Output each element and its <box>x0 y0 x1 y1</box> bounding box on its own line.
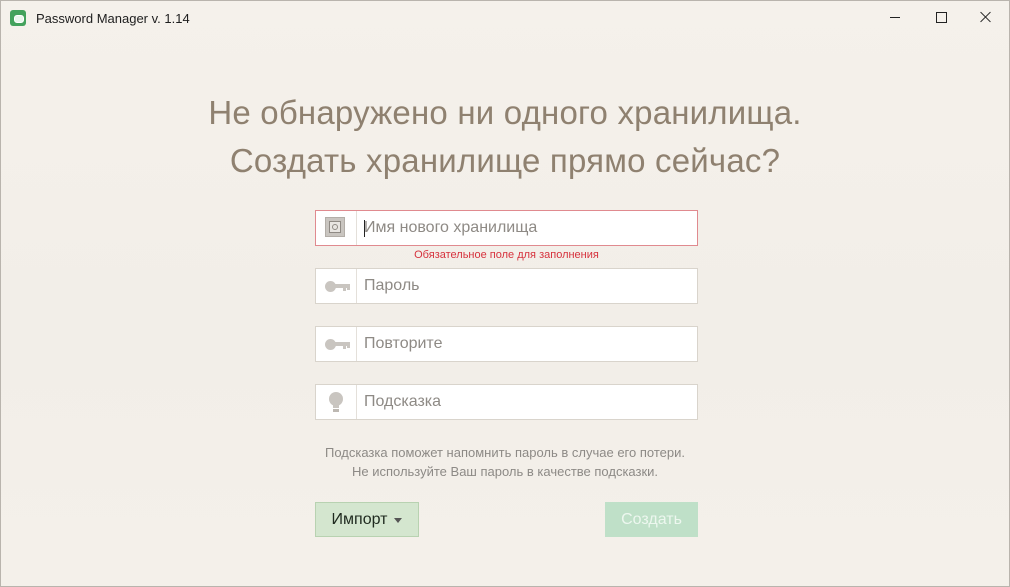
key-icon <box>325 339 351 350</box>
repeat-password-icon-cell <box>316 327 357 361</box>
dropdown-arrow-icon <box>394 518 403 523</box>
close-button[interactable] <box>963 1 1009 33</box>
password-field[interactable] <box>315 268 698 304</box>
maximize-icon <box>935 11 947 23</box>
repeat-password-input[interactable] <box>357 327 691 361</box>
import-button-label: Импорт <box>331 510 388 528</box>
hint-explanation-line-1: Подсказка поможет напомнить пароль в слу… <box>325 445 685 460</box>
password-hint-input[interactable] <box>357 385 691 419</box>
password-hint-field[interactable] <box>315 384 698 420</box>
text-caret <box>364 220 365 237</box>
password-input[interactable] <box>357 269 691 303</box>
minimize-icon <box>890 17 900 18</box>
vault-name-input[interactable] <box>357 211 691 245</box>
hint-explanation-line-2: Не используйте Ваш пароль в качестве под… <box>351 464 659 479</box>
title-bar[interactable]: Password Manager v. 1.14 <box>1 1 1009 35</box>
window-title: Password Manager v. 1.14 <box>36 11 190 26</box>
vault-name-field[interactable] <box>315 210 698 246</box>
safe-icon <box>325 217 345 237</box>
key-icon <box>325 281 351 292</box>
vault-name-icon-cell <box>316 211 357 245</box>
password-icon-cell <box>316 269 357 303</box>
headline-line-1: Не обнаружено ни одного хранилища. <box>208 94 802 131</box>
repeat-password-field[interactable] <box>315 326 698 362</box>
close-icon <box>980 11 992 23</box>
app-window: Password Manager v. 1.14 Не обнаружено н… <box>0 0 1010 587</box>
minimize-button[interactable] <box>872 1 918 33</box>
vault-name-error-message: Обязательное поле для заполнения <box>414 249 599 261</box>
headline-line-2: Создать хранилище прямо сейчас? <box>229 142 781 179</box>
create-button-label: Создать <box>621 510 682 528</box>
lightbulb-icon <box>329 392 343 412</box>
app-logo-icon <box>10 10 26 26</box>
import-button[interactable]: Импорт <box>315 502 419 537</box>
maximize-button[interactable] <box>918 1 964 33</box>
create-button[interactable]: Создать <box>605 502 698 537</box>
password-hint-icon-cell <box>316 385 357 419</box>
